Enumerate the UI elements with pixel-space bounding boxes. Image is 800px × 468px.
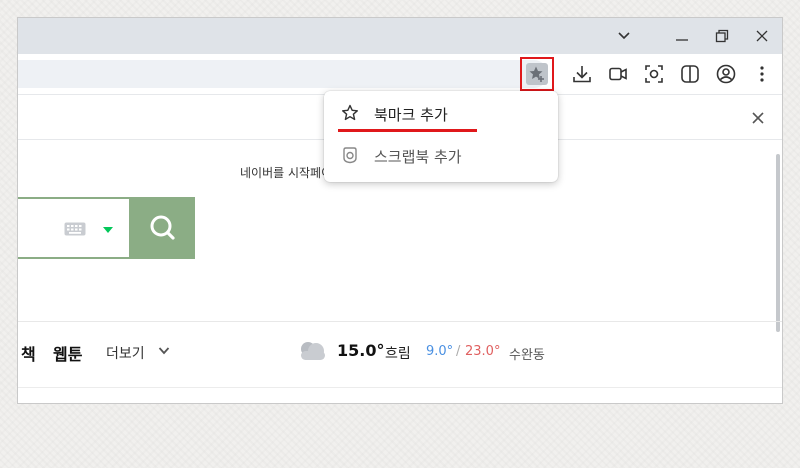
profile-icon: [716, 64, 736, 84]
capture-video-icon: [609, 67, 627, 81]
download-icon: [573, 66, 591, 83]
menu-item-add-scrapbook[interactable]: 스크랩북 추가: [324, 137, 558, 173]
more-button[interactable]: 더보기: [106, 343, 145, 363]
weather-low-temp: 9.0°: [426, 344, 454, 359]
close-icon: [756, 30, 768, 42]
more-menu-icon: [760, 66, 764, 82]
menu-item-label: 스크랩북 추가: [374, 148, 462, 166]
minimize-button[interactable]: [664, 22, 700, 50]
search-button[interactable]: [131, 197, 195, 259]
profile-button[interactable]: [714, 62, 738, 86]
address-bar[interactable]: [18, 60, 548, 88]
toolbar: [18, 54, 782, 94]
weather-separator: /: [456, 344, 461, 359]
cloudy-weather-icon: [301, 342, 325, 360]
minimize-icon: [676, 39, 688, 41]
title-bar: [18, 18, 782, 54]
close-window-button[interactable]: [744, 22, 780, 50]
tab-search-button[interactable]: [606, 22, 642, 50]
menu-item-label: 북마크 추가: [374, 106, 448, 124]
divider: [18, 387, 782, 388]
split-view-icon: [681, 65, 699, 83]
underline-annotation: [338, 129, 477, 132]
restore-button[interactable]: [704, 22, 740, 50]
weather-condition: 흐림: [385, 346, 411, 362]
bookmark-popup-menu: 북마크 추가 스크랩북 추가: [324, 91, 558, 182]
keyboard-icon[interactable]: [64, 222, 86, 236]
more-menu-button[interactable]: [750, 62, 774, 86]
set-start-page-link[interactable]: 네이버를 시작페이지로: [240, 164, 330, 180]
star-outline-icon: [342, 104, 358, 121]
divider: [18, 321, 782, 322]
search-icon: [150, 215, 175, 240]
screenshot-icon: [645, 65, 663, 83]
chevron-down-icon: [618, 32, 630, 40]
nav-link-book[interactable]: 책: [21, 341, 36, 365]
screenshot-button[interactable]: [642, 62, 666, 86]
autocomplete-toggle-icon[interactable]: [103, 227, 113, 233]
weather-temperature: 15.0°: [337, 341, 385, 360]
restore-icon: [715, 29, 729, 43]
close-icon: [752, 112, 764, 124]
split-view-button[interactable]: [678, 62, 702, 86]
chevron-down-icon[interactable]: [158, 346, 170, 356]
search-input[interactable]: [18, 197, 131, 259]
scrapbook-icon: [343, 147, 357, 164]
downloads-button[interactable]: [570, 62, 594, 86]
video-capture-button[interactable]: [606, 62, 630, 86]
weather-high-temp: 23.0°: [465, 344, 501, 359]
scrollbar-thumb[interactable]: [776, 154, 780, 332]
notification-close-button[interactable]: [748, 108, 768, 128]
browser-window: 네이버를 시작페이지로 책 웹툰 더보기 15.0°: [17, 17, 783, 404]
highlight-annotation-box: [520, 57, 554, 91]
weather-location[interactable]: 수완동: [509, 344, 545, 363]
menu-item-add-bookmark[interactable]: 북마크 추가: [324, 95, 558, 131]
nav-link-webtoon[interactable]: 웹툰: [53, 341, 82, 365]
